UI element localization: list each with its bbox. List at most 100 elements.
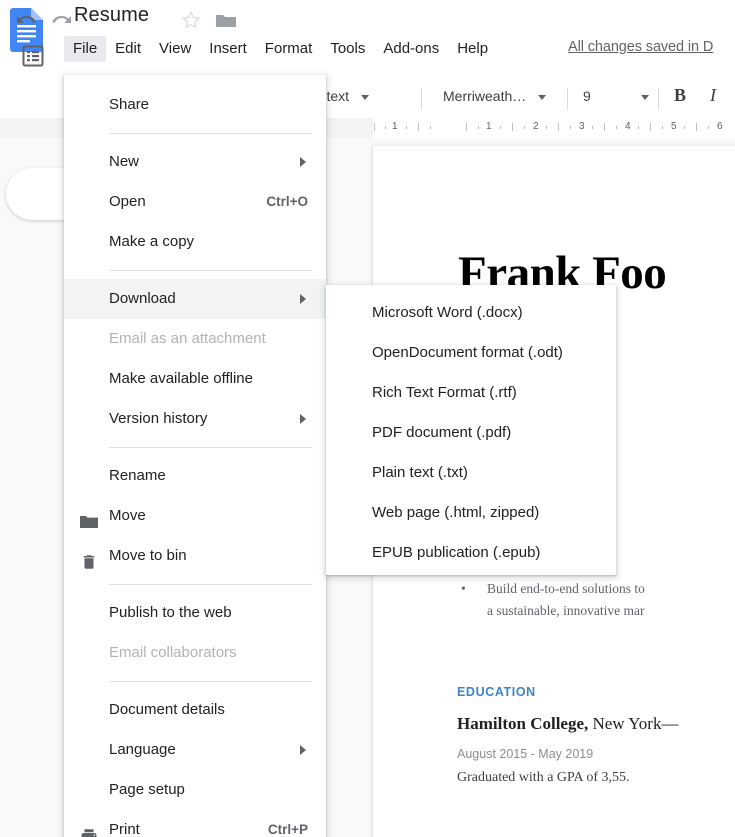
file-menu-item-shortcut: Ctrl+O xyxy=(266,182,308,222)
document-outline-icon[interactable] xyxy=(21,44,45,68)
file-menu-item-label: Print xyxy=(109,821,140,837)
ruler-label: 6 xyxy=(717,121,723,132)
file-menu-dropdown[interactable]: Share New Open Ctrl+O Make a copy Downlo… xyxy=(64,75,326,837)
ruler-label: 3 xyxy=(579,121,585,132)
bold-button[interactable]: B xyxy=(674,85,686,106)
menu-divider xyxy=(109,270,312,271)
submenu-arrow-icon xyxy=(300,157,306,167)
italic-button[interactable]: I xyxy=(710,85,716,106)
google-docs-window: Resume FileEditViewInsertFormatToolsAdd-… xyxy=(0,0,735,837)
resume-bullet-line-2: a sustainable, innovative mar xyxy=(487,600,644,622)
submenu-arrow-icon xyxy=(300,745,306,755)
file-menu-item-shortcut: Ctrl+P xyxy=(268,810,308,837)
left-rail xyxy=(0,138,64,837)
file-menu-item-move-to-bin[interactable]: Move to bin xyxy=(64,536,326,576)
file-menu-item-print[interactable]: Print Ctrl+P xyxy=(64,810,326,837)
menu-help[interactable]: Help xyxy=(448,36,497,62)
file-menu-item-publish-to-the-web[interactable]: Publish to the web xyxy=(64,593,326,633)
toolbar-divider xyxy=(658,88,659,110)
show-document-outline-button[interactable] xyxy=(6,168,64,220)
submenu-arrow-icon xyxy=(300,414,306,424)
download-option-docx[interactable]: Microsoft Word (.docx) xyxy=(326,293,616,333)
resume-bullet-line-1: Build end-to-end solutions to xyxy=(487,578,645,600)
file-menu-item-label: Rename xyxy=(109,467,166,484)
file-menu-item-label: Download xyxy=(109,290,176,307)
file-menu-item-label: Move xyxy=(109,507,146,524)
font-family-value: Merriweath… xyxy=(443,88,526,104)
trash-icon xyxy=(80,547,98,565)
file-menu-item-language[interactable]: Language xyxy=(64,730,326,770)
file-menu-item-make-a-copy[interactable]: Make a copy xyxy=(64,222,326,262)
menu-view[interactable]: View xyxy=(150,36,200,62)
ruler-label: 2 xyxy=(533,121,539,132)
download-option-pdf[interactable]: PDF document (.pdf) xyxy=(326,413,616,453)
file-menu-item-label: Email collaborators xyxy=(109,644,237,661)
file-menu-item-label: Version history xyxy=(109,410,207,427)
file-menu-item-make-available-offline[interactable]: Make available offline xyxy=(64,359,326,399)
file-menu-item-page-setup[interactable]: Page setup xyxy=(64,770,326,810)
file-menu-item-label: Email as an attachment xyxy=(109,330,266,347)
redo-arrow-icon[interactable] xyxy=(50,8,74,32)
font-family-dropdown[interactable]: Merriweath… xyxy=(443,88,546,104)
menu-insert[interactable]: Insert xyxy=(200,36,256,62)
resume-school-dates: August 2015 - May 2019 xyxy=(457,747,593,761)
file-menu-item-move[interactable]: Move xyxy=(64,496,326,536)
resume-gpa-text: Graduated with a GPA of 3,55. xyxy=(457,770,630,786)
file-menu-item-label: Page setup xyxy=(109,781,185,798)
file-menu-item-label: Move to bin xyxy=(109,547,187,564)
menu-bar: FileEditViewInsertFormatToolsAdd-onsHelp xyxy=(64,36,497,62)
file-menu-item-document-details[interactable]: Document details xyxy=(64,690,326,730)
star-outline-icon[interactable] xyxy=(180,9,202,31)
file-menu-item-new[interactable]: New xyxy=(64,142,326,182)
file-menu-item-rename[interactable]: Rename xyxy=(64,456,326,496)
menu-divider xyxy=(109,584,312,585)
folder-icon xyxy=(80,507,98,525)
menu-tools[interactable]: Tools xyxy=(321,36,374,62)
download-option-odt[interactable]: OpenDocument format (.odt) xyxy=(326,333,616,373)
file-menu-item-label: Make available offline xyxy=(109,370,253,387)
file-menu-item-email-collaborators: Email collaborators xyxy=(64,633,326,673)
file-menu-item-label: New xyxy=(109,153,139,170)
download-option-html[interactable]: Web page (.html, zipped) xyxy=(326,493,616,533)
resume-section-heading-education: EDUCATION xyxy=(457,685,536,699)
file-menu-item-label: Document details xyxy=(109,701,225,718)
file-menu-item-open[interactable]: Open Ctrl+O xyxy=(64,182,326,222)
menu-divider xyxy=(109,447,312,448)
file-menu-item-label: Share xyxy=(109,96,149,113)
folder-icon[interactable] xyxy=(215,12,237,30)
resume-school-line: Hamilton College, New York— xyxy=(457,714,678,734)
ruler-label: 4 xyxy=(625,121,631,132)
undo-arrow-icon[interactable] xyxy=(14,8,38,32)
chevron-down-icon xyxy=(538,95,546,100)
download-option-epub[interactable]: EPUB publication (.epub) xyxy=(326,533,616,573)
file-menu-item-label: Open xyxy=(109,193,146,210)
app-header: Resume FileEditViewInsertFormatToolsAdd-… xyxy=(0,0,735,78)
download-option-txt[interactable]: Plain text (.txt) xyxy=(326,453,616,493)
chevron-down-icon xyxy=(361,95,369,100)
menu-file[interactable]: File xyxy=(64,36,106,62)
file-menu-item-label: Publish to the web xyxy=(109,604,232,621)
document-title[interactable]: Resume xyxy=(74,4,149,27)
chevron-down-icon xyxy=(641,95,649,100)
toolbar-divider xyxy=(567,88,568,110)
print-icon xyxy=(80,821,98,837)
download-option-rtf[interactable]: Rich Text Format (.rtf) xyxy=(326,373,616,413)
font-size-dropdown[interactable]: 9 xyxy=(583,88,649,104)
file-menu-item-share[interactable]: Share xyxy=(64,85,326,125)
menu-format[interactable]: Format xyxy=(256,36,322,62)
resume-school-name: Hamilton College, xyxy=(457,714,588,733)
resume-school-location: New York— xyxy=(588,714,678,733)
menu-addons[interactable]: Add-ons xyxy=(374,36,448,62)
save-status-label[interactable]: All changes saved in D xyxy=(568,39,713,55)
font-size-value: 9 xyxy=(583,88,591,104)
menu-divider xyxy=(109,681,312,682)
bullet-point-icon: • xyxy=(461,578,466,600)
download-submenu[interactable]: Microsoft Word (.docx) OpenDocument form… xyxy=(326,285,616,575)
ruler-label: 1 xyxy=(486,121,492,132)
file-menu-item-email-as-attachment: Email as an attachment xyxy=(64,319,326,359)
file-menu-item-version-history[interactable]: Version history xyxy=(64,399,326,439)
file-menu-item-download[interactable]: Download xyxy=(64,279,326,319)
menu-edit[interactable]: Edit xyxy=(106,36,150,62)
file-menu-item-label: Language xyxy=(109,741,176,758)
file-menu-item-label: Make a copy xyxy=(109,233,194,250)
